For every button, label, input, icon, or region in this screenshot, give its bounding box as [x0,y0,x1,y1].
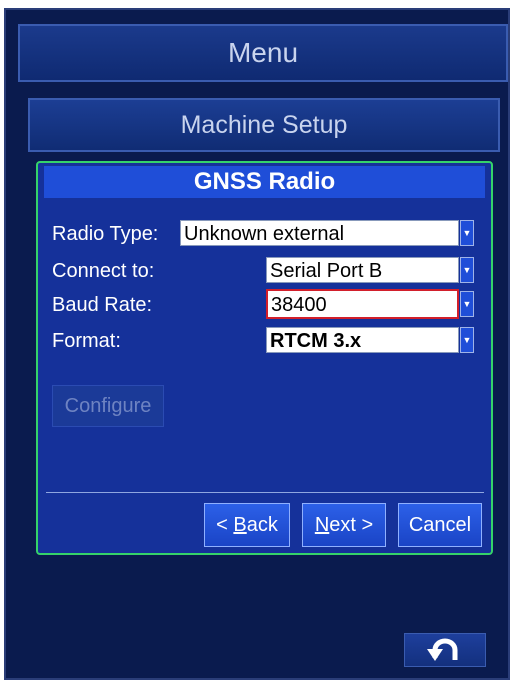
radio-type-value: Unknown external [184,223,345,245]
back-button-label: ack [246,514,278,536]
dropdown-arrow-icon[interactable]: ▼ [460,257,474,283]
dialog-title: GNSS Radio [44,166,485,198]
gnss-radio-dialog: GNSS Radio Radio Type: Unknown external … [36,161,493,555]
baud-rate-label: Baud Rate: [52,294,153,316]
app-frame: Menu Machine Setup GNSS Radio Radio Type… [4,8,510,680]
next-button-label: ext > [329,514,374,536]
section-title: Machine Setup [180,111,348,139]
format-dropdown[interactable]: RTCM 3.x ▼ [266,327,474,353]
cancel-button[interactable]: Cancel [398,503,482,547]
next-button[interactable]: Next > [302,503,386,547]
dropdown-arrow-icon[interactable]: ▼ [460,291,474,317]
dropdown-arrow-icon[interactable]: ▼ [460,327,474,353]
baud-rate-dropdown[interactable]: 38400 ▼ [266,289,474,319]
divider [46,492,484,493]
configure-button[interactable]: Configure [52,385,164,427]
back-button-mnemonic: B [233,514,247,536]
section-header: Machine Setup [28,98,500,152]
format-value: RTCM 3.x [270,330,362,352]
format-label: Format: [52,330,121,352]
dropdown-arrow-icon[interactable]: ▼ [460,220,474,246]
baud-rate-value: 38400 [271,294,327,316]
return-button[interactable] [404,633,486,667]
back-button-prefix: < [216,514,234,536]
connect-to-label: Connect to: [52,260,155,282]
back-button[interactable]: < Back [204,503,290,547]
menu-title: Menu [227,37,299,68]
connect-to-value: Serial Port B [270,260,383,282]
undo-arrow-icon [427,638,458,661]
menu-header: Menu [18,24,508,82]
connect-to-dropdown[interactable]: Serial Port B ▼ [266,257,474,283]
next-button-mnemonic: N [314,514,330,536]
radio-type-dropdown[interactable]: Unknown external ▼ [180,220,474,246]
radio-type-label: Radio Type: [52,223,159,245]
